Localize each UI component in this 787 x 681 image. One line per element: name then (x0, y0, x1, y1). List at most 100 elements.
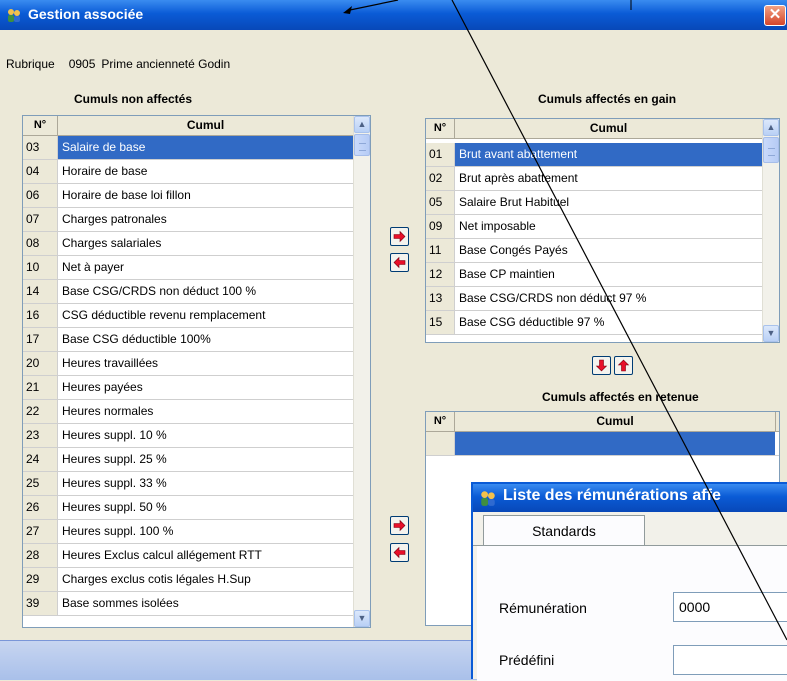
table-row[interactable] (426, 432, 779, 456)
table-row[interactable]: 14 Base CSG/CRDS non déduct 100 % (23, 280, 353, 304)
scroll-up-icon: ▲ (357, 119, 367, 129)
remove-from-retenue-button[interactable] (390, 543, 409, 562)
table-row[interactable]: 21 Heures payées (23, 376, 353, 400)
table-row[interactable]: 06 Horaire de base loi fillon (23, 184, 353, 208)
predefini-label: Prédéfini (499, 652, 555, 668)
table-row[interactable]: 05 Salaire Brut Habituel (426, 191, 762, 215)
tab-panel: Rémunération 0000 Prédéfini (477, 546, 787, 681)
row-num: 17 (23, 328, 58, 351)
table-row[interactable]: 24 Heures suppl. 25 % (23, 448, 353, 472)
row-num: 15 (426, 311, 455, 334)
table-row[interactable]: 23 Heures suppl. 10 % (23, 424, 353, 448)
table-row[interactable]: 25 Heures suppl. 33 % (23, 472, 353, 496)
arrow-right-icon (393, 519, 406, 532)
row-name: Charges salariales (62, 236, 162, 250)
row-num: 03 (23, 136, 58, 159)
row-num: 21 (23, 376, 58, 399)
scroll-up-button[interactable]: ▲ (354, 116, 370, 133)
table-row[interactable]: 29 Charges exclus cotis légales H.Sup (23, 568, 353, 592)
gain-scrollbar[interactable]: ▲ ▼ (762, 119, 779, 342)
rubrique-code: 0905 (68, 57, 96, 71)
row-num: 25 (23, 472, 58, 495)
row-num: 29 (23, 568, 58, 591)
row-num: 09 (426, 215, 455, 238)
row-name: Net imposable (459, 219, 536, 233)
col-header-num[interactable]: N° (426, 412, 455, 431)
list-header: N° Cumul (426, 412, 779, 432)
row-name: Heures suppl. 10 % (62, 428, 167, 442)
table-row[interactable]: 39 Base sommes isolées (23, 592, 353, 616)
table-row[interactable]: 11 Base Congés Payés (426, 239, 762, 263)
table-row[interactable]: 03 Salaire de base (23, 136, 353, 160)
row-name: Base sommes isolées (62, 596, 179, 610)
close-icon: ✕ (768, 6, 782, 23)
move-to-retenue-button[interactable] (592, 356, 611, 375)
row-name: Heures suppl. 33 % (62, 476, 167, 490)
rubrique-label: Rubrique (6, 57, 55, 71)
table-row[interactable]: 17 Base CSG déductible 100% (23, 328, 353, 352)
table-row[interactable]: 28 Heures Exclus calcul allégement RTT (23, 544, 353, 568)
scroll-down-button[interactable]: ▼ (763, 325, 779, 342)
row-num: 05 (426, 191, 455, 214)
col-header-num[interactable]: N° (23, 116, 58, 135)
arrow-left-icon (393, 256, 406, 269)
table-row[interactable]: 20 Heures travaillées (23, 352, 353, 376)
row-name: Heures suppl. 50 % (62, 500, 167, 514)
table-row[interactable]: 09 Net imposable (426, 215, 762, 239)
scroll-up-icon: ▲ (766, 122, 776, 132)
row-num: 26 (23, 496, 58, 519)
row-name: Heures normales (62, 404, 154, 418)
list-header: N° Cumul (426, 119, 762, 139)
row-num: 24 (23, 448, 58, 471)
col-header-cumul[interactable]: Cumul (455, 412, 776, 431)
title-bar[interactable]: Gestion associée ✕ (0, 0, 787, 30)
unassigned-caption: Cumuls non affectés (74, 92, 193, 106)
table-row[interactable]: 16 CSG déductible revenu remplacement (23, 304, 353, 328)
add-to-retenue-button[interactable] (390, 516, 409, 535)
tab-standards[interactable]: Standards (483, 515, 645, 545)
scroll-down-button[interactable]: ▼ (354, 610, 370, 627)
table-row[interactable]: 26 Heures suppl. 50 % (23, 496, 353, 520)
row-name (455, 432, 775, 455)
row-name: Heures suppl. 25 % (62, 452, 167, 466)
scroll-up-button[interactable]: ▲ (763, 119, 779, 136)
row-name: Brut avant abattement (455, 143, 762, 166)
col-header-num[interactable]: N° (426, 119, 455, 138)
row-name: Heures payées (62, 380, 143, 394)
table-row[interactable]: 12 Base CP maintien (426, 263, 762, 287)
scroll-thumb[interactable] (354, 134, 370, 156)
table-row[interactable]: 22 Heures normales (23, 400, 353, 424)
app-icon (8, 9, 20, 22)
scroll-down-icon: ▼ (766, 328, 776, 338)
col-header-cumul[interactable]: Cumul (455, 119, 762, 138)
predefini-field[interactable] (673, 645, 787, 675)
row-num: 14 (23, 280, 58, 303)
gain-cumuls-list[interactable]: N° Cumul 01 Brut avant abattement 02 Brut a… (425, 118, 780, 343)
table-row[interactable]: 02 Brut après abattement (426, 167, 762, 191)
row-num: 02 (426, 167, 455, 190)
row-name: Base CP maintien (459, 267, 555, 281)
dialog-title: Liste des rémunérations affe (503, 487, 721, 504)
arrow-down-icon (595, 359, 608, 372)
row-name: Base CSG/CRDS non déduct 100 % (62, 284, 257, 298)
table-row[interactable]: 07 Charges patronales (23, 208, 353, 232)
table-row[interactable]: 08 Charges salariales (23, 232, 353, 256)
row-name: Heures Exclus calcul allégement RTT (62, 548, 262, 562)
col-header-cumul[interactable]: Cumul (58, 116, 353, 135)
add-to-gain-button[interactable] (390, 227, 409, 246)
unassigned-scrollbar[interactable]: ▲ ▼ (353, 116, 370, 627)
table-row[interactable]: 27 Heures suppl. 100 % (23, 520, 353, 544)
remove-from-gain-button[interactable] (390, 253, 409, 272)
table-row[interactable]: 13 Base CSG/CRDS non déduct 97 % (426, 287, 762, 311)
scroll-thumb[interactable] (763, 137, 779, 163)
row-num: 39 (23, 592, 58, 615)
move-to-gain-button[interactable] (614, 356, 633, 375)
table-row[interactable]: 04 Horaire de base (23, 160, 353, 184)
table-row[interactable]: 10 Net à payer (23, 256, 353, 280)
unassigned-cumuls-list[interactable]: N° Cumul 03 Salaire de base 04 Horaire de b… (22, 115, 371, 628)
close-button[interactable]: ✕ (764, 5, 786, 26)
table-row[interactable]: 01 Brut avant abattement (426, 143, 762, 167)
table-row[interactable]: 15 Base CSG déductible 97 % (426, 311, 762, 335)
remuneration-field[interactable]: 0000 (673, 592, 787, 622)
dialog-title-bar[interactable]: Liste des rémunérations affe (473, 484, 787, 512)
